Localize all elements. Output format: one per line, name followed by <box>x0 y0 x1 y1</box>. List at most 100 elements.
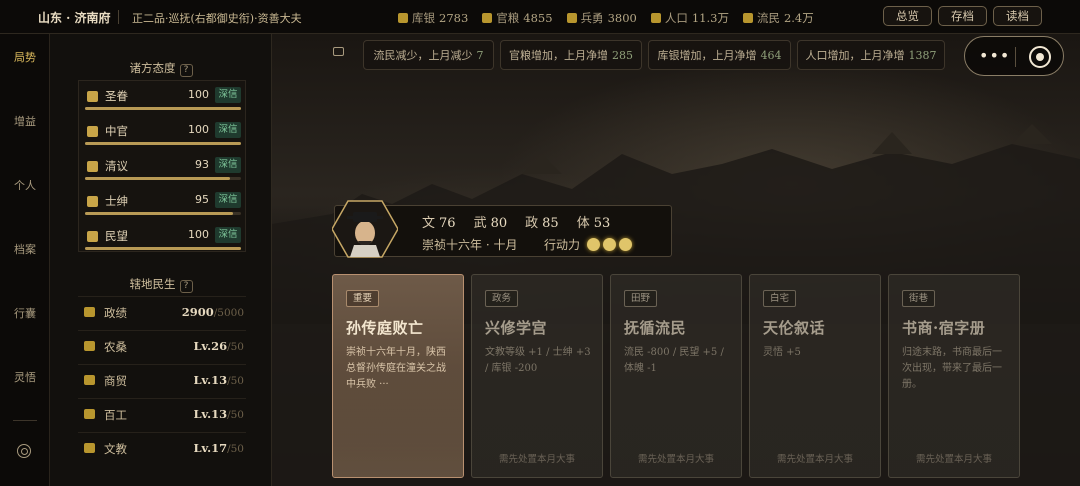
nav-label: 个人 <box>14 179 36 192</box>
minsheng-row[interactable]: 农桑 Lv.26/50 <box>78 330 246 362</box>
silver-icon <box>398 13 408 23</box>
overview-button[interactable]: 总览 <box>883 6 932 26</box>
event-tag: 白宅 <box>763 290 797 307</box>
stat-label: 武 <box>473 216 487 231</box>
stat-value: 80 <box>490 216 508 231</box>
minsheng-value: Lv.26/50 <box>193 339 244 353</box>
attitude-bar <box>85 247 241 250</box>
notice-number: 7 <box>476 48 484 62</box>
stat-label: 官粮 <box>496 11 520 25</box>
stat-refugees: 流民 2.4万 <box>742 10 814 26</box>
event-card-main[interactable]: 重要 孙传庭败亡 崇祯十六年十月，陕西总督孙传庭在潼关之战中兵败 ··· <box>332 274 464 478</box>
trade-icon <box>84 375 95 385</box>
event-title: 天伦叙话 <box>763 319 826 337</box>
event-desc: 归途末路，书商最后一次出现，带来了最后一册。 <box>902 347 1002 390</box>
crafts-icon <box>84 409 95 419</box>
minsheng-name: 百工 <box>104 408 127 422</box>
save-button[interactable]: 存档 <box>938 6 987 26</box>
notice-text: 库银增加，上月净增 <box>657 49 757 62</box>
nav-label: 档案 <box>14 243 36 256</box>
stat-value: 11.3万 <box>691 11 729 25</box>
stat-wu: 武 80 <box>474 212 508 231</box>
attitude-value: 100 <box>188 228 209 241</box>
attitude-row: 清议 93 深信 <box>85 155 241 185</box>
minsheng-value: Lv.13/50 <box>193 373 244 387</box>
attitudes-list: 圣眷 100 深信 中官 100 深信 清议 93 深信 士绅 95 深信 民望… <box>78 80 246 252</box>
notice-refugees: 流民减少，上月减少 7 <box>363 40 494 70</box>
nav-divider <box>13 420 37 421</box>
notice-number: 464 <box>760 48 782 62</box>
minsheng-row[interactable]: 百工 Lv.13/50 <box>78 398 246 430</box>
event-card[interactable]: 田野 抚循流民 流民 -800 / 民望 +5 / 体魄 -1 需先处置本月大事 <box>610 274 742 478</box>
attitude-row: 中官 100 深信 <box>85 120 241 150</box>
minsheng-help-icon[interactable]: ? <box>179 280 193 293</box>
event-locked-note: 需先处置本月大事 <box>915 454 992 465</box>
action-point-icon <box>603 238 616 251</box>
event-card[interactable]: 白宅 天伦叙话 灵悟 +5 需先处置本月大事 <box>749 274 881 478</box>
close-target-icon[interactable] <box>1029 46 1051 68</box>
attitude-badge: 深信 <box>215 192 241 208</box>
notice-silver: 库银增加，上月净增 464 <box>648 40 791 70</box>
attitude-badge: 深信 <box>215 87 241 103</box>
notice-text: 人口增加，上月净增 <box>805 49 905 62</box>
event-desc: 文教等级 +1 / 士绅 +3 / 库银 -200 <box>485 347 591 374</box>
minsheng-row[interactable]: 政绩 2900/5000 <box>78 296 246 328</box>
stat-value: 76 <box>439 216 456 231</box>
grain-icon <box>482 13 493 23</box>
attitude-bar <box>85 107 241 110</box>
resource-stats: 库银 2783 官粮 4855 兵勇 3800 人口 11.3万 流民 2.4万 <box>398 10 814 26</box>
stat-label: 人口 <box>664 11 688 25</box>
eunuch-icon <box>87 126 98 137</box>
left-nav: 局势 增益 个人 档案 行囊 灵悟 <box>0 34 50 486</box>
attitude-bar-fill <box>85 142 241 145</box>
nav-insight[interactable]: 灵悟 <box>0 370 50 386</box>
merit-icon <box>84 307 95 317</box>
attitude-bar <box>85 177 241 180</box>
notice-text: 官粮增加，上月净增 <box>509 49 608 62</box>
character-portrait[interactable] <box>332 199 398 259</box>
message-icon[interactable] <box>333 47 344 56</box>
event-card[interactable]: 政务 兴修学宫 文教等级 +1 / 士绅 +3 / 库银 -200 需先处置本月… <box>471 274 603 478</box>
minsheng-value-main: Lv.26 <box>193 339 228 353</box>
attitude-badge: 深信 <box>215 157 241 173</box>
soldier-icon <box>566 13 577 23</box>
event-locked-note: 需先处置本月大事 <box>637 454 714 465</box>
event-title: 兴修学宫 <box>485 319 548 337</box>
side-panel: 诸方态度? 圣眷 100 深信 中官 100 深信 清议 93 深信 士绅 95 <box>50 34 272 486</box>
minsheng-row[interactable]: 文教 Lv.17/50 <box>78 432 246 464</box>
people-icon <box>87 231 98 242</box>
minsheng-title: 辖地民生? <box>50 276 272 293</box>
minsheng-value: Lv.17/50 <box>193 441 244 455</box>
load-button[interactable]: 读档 <box>993 6 1042 26</box>
more-icon[interactable]: ••• <box>979 48 1010 64</box>
stat-label: 政 <box>525 216 539 231</box>
game-date: 崇祯十六年 · 十月 <box>422 238 518 252</box>
attitude-value: 100 <box>188 88 209 101</box>
attitude-name: 中官 <box>105 124 128 138</box>
event-desc: 灵悟 +5 <box>763 347 801 358</box>
event-card[interactable]: 街巷 书商·宿字册 归途末路，书商最后一次出现，带来了最后一册。 需先处置本月大… <box>888 274 1020 478</box>
nav-label: 增益 <box>14 115 36 128</box>
minsheng-row[interactable]: 商贸 Lv.13/50 <box>78 364 246 396</box>
attitudes-title: 诸方态度? <box>50 60 272 77</box>
capsule-divider <box>1015 47 1016 67</box>
stat-value: 2783 <box>439 11 469 25</box>
minsheng-value-main: Lv.13 <box>193 373 228 387</box>
population-icon <box>650 13 661 23</box>
nav-personal[interactable]: 个人 <box>0 178 50 194</box>
capsule-controls: ••• <box>964 36 1064 76</box>
portrait-icon <box>332 200 398 258</box>
settings-icon[interactable] <box>17 444 31 458</box>
minsheng-name: 政绩 <box>104 306 127 320</box>
attitude-badge: 深信 <box>215 122 241 138</box>
notice-text: 流民减少，上月减少 <box>373 49 473 62</box>
nav-situation[interactable]: 局势 <box>0 50 50 66</box>
nav-buffs[interactable]: 增益 <box>0 114 50 130</box>
event-tag: 重要 <box>346 290 380 307</box>
notice-number: 285 <box>612 48 633 62</box>
stat-silver: 库银 2783 <box>398 10 468 26</box>
nav-archive[interactable]: 档案 <box>0 242 50 258</box>
stat-value: 3800 <box>607 11 637 25</box>
attitudes-help-icon[interactable]: ? <box>179 64 193 77</box>
nav-inventory[interactable]: 行囊 <box>0 306 50 322</box>
